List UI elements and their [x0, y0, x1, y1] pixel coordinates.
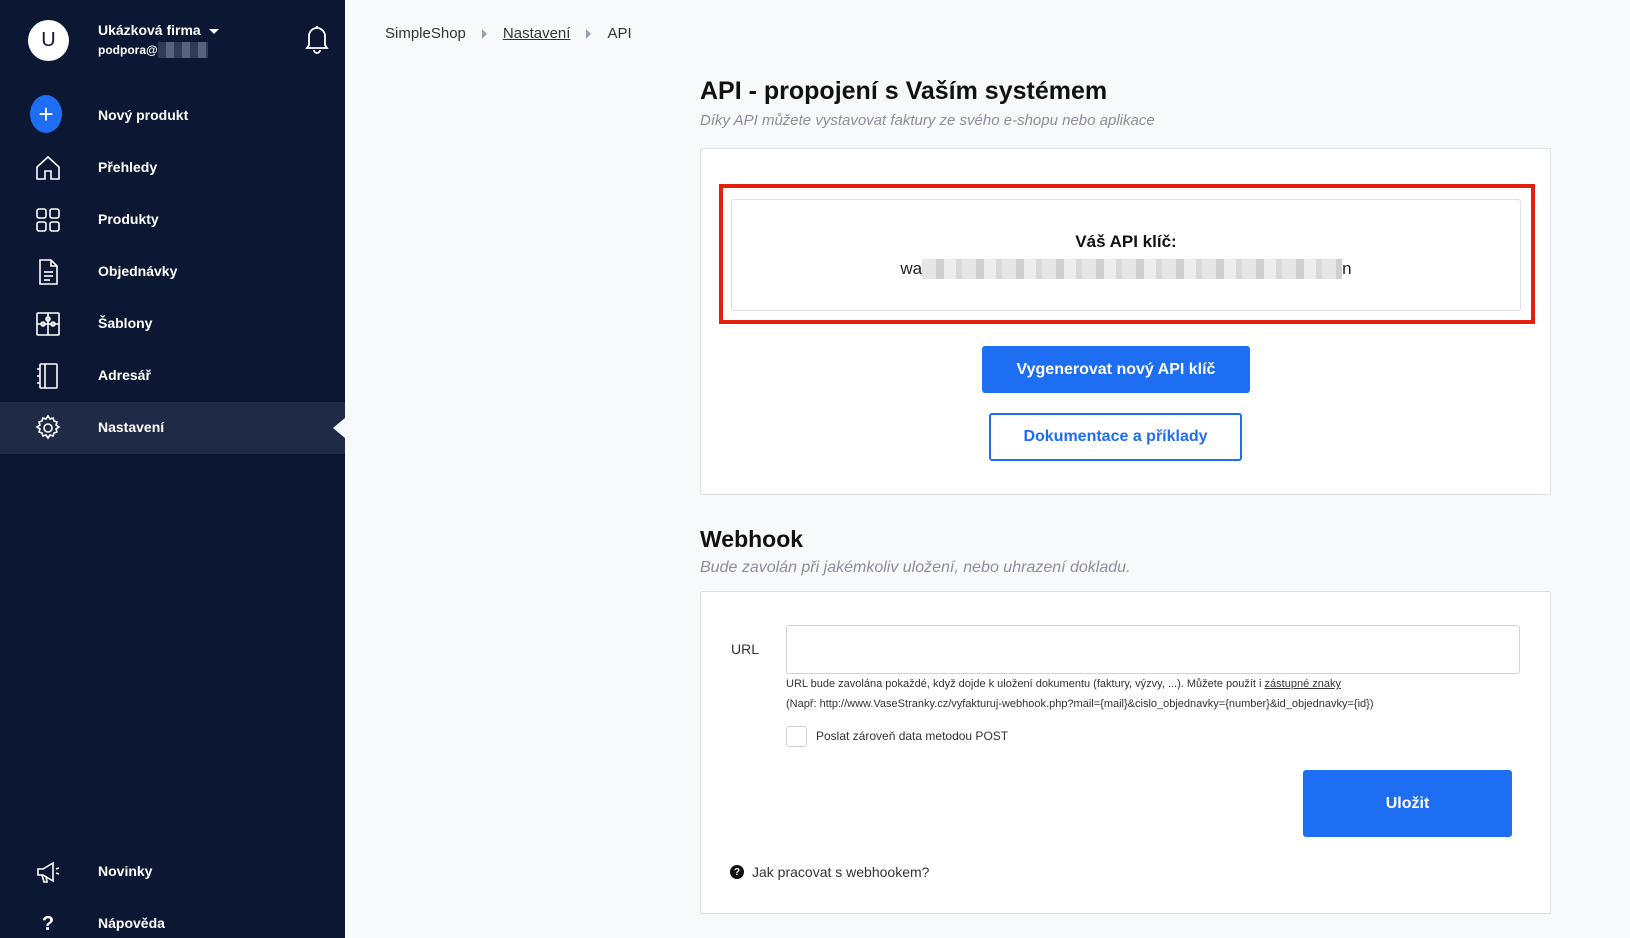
- account-email: podpora@: [98, 42, 208, 58]
- nav-label: Nápověda: [98, 915, 165, 931]
- nav-label: Objednávky: [98, 263, 178, 279]
- nav-label: Nový produkt: [98, 107, 189, 123]
- api-key-value[interactable]: wa n: [732, 259, 1520, 279]
- webhook-help-link[interactable]: ? Jak pracovat s webhookem?: [730, 864, 929, 880]
- nav-label: Produkty: [98, 211, 159, 227]
- avatar[interactable]: U: [28, 20, 69, 61]
- breadcrumb-root[interactable]: SimpleShop: [385, 25, 466, 42]
- account-switcher[interactable]: U Ukázková firma podpora@: [28, 20, 328, 64]
- breadcrumb-settings[interactable]: Nastavení: [503, 25, 571, 42]
- documentation-button[interactable]: Dokumentace a příklady: [989, 413, 1242, 461]
- placeholders-link[interactable]: zástupné znaky: [1265, 678, 1341, 690]
- nav-label: Novinky: [98, 863, 153, 879]
- nav-templates[interactable]: Šablony: [0, 298, 345, 350]
- nav-address-book[interactable]: Adresář: [0, 350, 345, 402]
- url-example: (Např: http://www.VaseStranky.cz/vyfaktu…: [786, 698, 1374, 710]
- post-checkbox-label[interactable]: Poslat zároveň data metodou POST: [816, 729, 1008, 743]
- main-nav: + Nový produkt Přehledy Produkty Objedná…: [0, 90, 345, 454]
- megaphone-icon: [34, 858, 62, 886]
- nav-help[interactable]: ? Nápověda: [0, 898, 345, 938]
- nav-label: Přehledy: [98, 159, 158, 175]
- webhook-url-input[interactable]: [786, 625, 1520, 674]
- generate-api-key-button[interactable]: Vygenerovat nový API klíč: [982, 346, 1250, 393]
- page-title: API - propojení s Vaším systémem: [700, 77, 1108, 105]
- puzzle-icon: [34, 310, 62, 338]
- chevron-right-icon: [481, 28, 487, 39]
- nav-settings[interactable]: Nastavení: [0, 402, 345, 454]
- breadcrumb-current: API: [607, 25, 632, 42]
- sidebar: U Ukázková firma podpora@ + Nový produkt…: [0, 0, 345, 938]
- nav-news[interactable]: Novinky: [0, 846, 345, 898]
- webhook-title: Webhook: [700, 526, 804, 552]
- redacted-email: [157, 42, 208, 58]
- nav-new-product[interactable]: + Nový produkt: [0, 90, 345, 142]
- chevron-right-icon: [586, 28, 592, 39]
- home-icon: [34, 154, 62, 182]
- post-checkbox[interactable]: [786, 726, 807, 747]
- nav-label: Nastavení: [98, 419, 165, 435]
- breadcrumb: SimpleShop Nastavení API: [385, 25, 632, 42]
- gear-icon: [34, 414, 62, 442]
- nav-products[interactable]: Produkty: [0, 194, 345, 246]
- nav-label: Adresář: [98, 367, 151, 383]
- nav-label: Šablony: [98, 315, 153, 331]
- nav-orders[interactable]: Objednávky: [0, 246, 345, 298]
- company-name[interactable]: Ukázková firma: [98, 22, 219, 38]
- question-icon: ?: [41, 912, 55, 935]
- bottom-nav: Novinky ? Nápověda: [0, 846, 345, 938]
- address-book-icon: [34, 362, 62, 390]
- grid-icon: [34, 206, 62, 234]
- url-label: URL: [731, 641, 760, 657]
- page-subtitle: Díky API můžete vystavovat faktury ze sv…: [700, 112, 1155, 129]
- nav-overview[interactable]: Přehledy: [0, 142, 345, 194]
- api-key-box: Váš API klíč: wa n: [731, 199, 1521, 311]
- question-circle-icon: ?: [730, 865, 744, 879]
- redacted-key: [922, 259, 1343, 279]
- api-key-label: Váš API klíč:: [1075, 232, 1177, 251]
- plus-icon: +: [30, 95, 62, 133]
- url-help-text: URL bude zavolána pokaždé, když dojde k …: [786, 678, 1341, 690]
- webhook-subtitle: Bude zavolán při jakémkoliv uložení, neb…: [700, 559, 1131, 576]
- save-button[interactable]: Uložit: [1303, 770, 1512, 837]
- caret-down-icon: [208, 28, 219, 34]
- bell-icon[interactable]: [304, 24, 330, 54]
- document-icon: [34, 258, 62, 286]
